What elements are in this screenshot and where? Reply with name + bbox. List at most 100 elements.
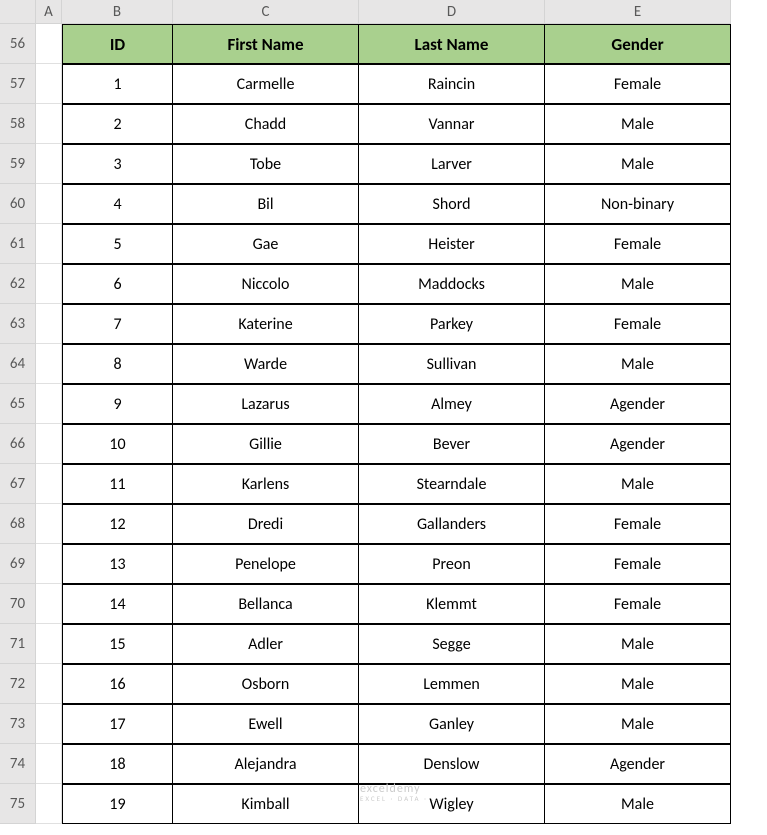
table-cell-last[interactable]: Denslow	[359, 744, 545, 784]
cell-a[interactable]	[36, 784, 62, 824]
table-cell-first[interactable]: Bil	[173, 184, 359, 224]
table-cell-id[interactable]: 8	[62, 344, 173, 384]
cell-a[interactable]	[36, 704, 62, 744]
cell-a[interactable]	[36, 384, 62, 424]
table-cell-gender[interactable]: Male	[545, 264, 731, 304]
table-cell-gender[interactable]: Female	[545, 544, 731, 584]
row-header[interactable]: 63	[0, 304, 36, 344]
table-header-first[interactable]: First Name	[173, 24, 359, 64]
table-cell-last[interactable]: Maddocks	[359, 264, 545, 304]
table-cell-gender[interactable]: Male	[545, 144, 731, 184]
cell-a[interactable]	[36, 584, 62, 624]
table-cell-id[interactable]: 13	[62, 544, 173, 584]
table-cell-gender[interactable]: Female	[545, 584, 731, 624]
table-cell-gender[interactable]: Agender	[545, 424, 731, 464]
table-cell-gender[interactable]: Non-binary	[545, 184, 731, 224]
cell-a[interactable]	[36, 24, 62, 64]
row-header[interactable]: 73	[0, 704, 36, 744]
table-cell-id[interactable]: 12	[62, 504, 173, 544]
table-cell-id[interactable]: 17	[62, 704, 173, 744]
table-cell-last[interactable]: Vannar	[359, 104, 545, 144]
table-cell-gender[interactable]: Female	[545, 304, 731, 344]
row-header[interactable]: 56	[0, 24, 36, 64]
table-cell-last[interactable]: Sullivan	[359, 344, 545, 384]
table-cell-last[interactable]: Parkey	[359, 304, 545, 344]
cell-a[interactable]	[36, 744, 62, 784]
table-cell-last[interactable]: Stearndale	[359, 464, 545, 504]
table-header-id[interactable]: ID	[62, 24, 173, 64]
cell-a[interactable]	[36, 464, 62, 504]
row-header[interactable]: 57	[0, 64, 36, 104]
table-header-gender[interactable]: Gender	[545, 24, 731, 64]
table-header-last[interactable]: Last Name	[359, 24, 545, 64]
table-cell-gender[interactable]: Agender	[545, 744, 731, 784]
col-header-a[interactable]: A	[36, 0, 62, 24]
table-cell-gender[interactable]: Female	[545, 224, 731, 264]
table-cell-gender[interactable]: Male	[545, 624, 731, 664]
table-cell-id[interactable]: 3	[62, 144, 173, 184]
row-header[interactable]: 68	[0, 504, 36, 544]
table-cell-first[interactable]: Carmelle	[173, 64, 359, 104]
table-cell-first[interactable]: Alejandra	[173, 744, 359, 784]
table-cell-id[interactable]: 18	[62, 744, 173, 784]
table-cell-id[interactable]: 11	[62, 464, 173, 504]
table-cell-first[interactable]: Karlens	[173, 464, 359, 504]
table-cell-gender[interactable]: Female	[545, 64, 731, 104]
cell-a[interactable]	[36, 304, 62, 344]
table-cell-gender[interactable]: Agender	[545, 384, 731, 424]
table-cell-first[interactable]: Tobe	[173, 144, 359, 184]
table-cell-gender[interactable]: Male	[545, 704, 731, 744]
cell-a[interactable]	[36, 64, 62, 104]
row-header[interactable]: 67	[0, 464, 36, 504]
corner-cell[interactable]	[0, 0, 36, 24]
table-cell-last[interactable]: Segge	[359, 624, 545, 664]
row-header[interactable]: 74	[0, 744, 36, 784]
table-cell-first[interactable]: Bellanca	[173, 584, 359, 624]
table-cell-id[interactable]: 1	[62, 64, 173, 104]
table-cell-id[interactable]: 2	[62, 104, 173, 144]
table-cell-first[interactable]: Katerine	[173, 304, 359, 344]
row-header[interactable]: 62	[0, 264, 36, 304]
table-cell-last[interactable]: Raincin	[359, 64, 545, 104]
table-cell-gender[interactable]: Male	[545, 784, 731, 824]
table-cell-id[interactable]: 9	[62, 384, 173, 424]
table-cell-last[interactable]: Lemmen	[359, 664, 545, 704]
table-cell-first[interactable]: Gae	[173, 224, 359, 264]
row-header[interactable]: 66	[0, 424, 36, 464]
table-cell-first[interactable]: Warde	[173, 344, 359, 384]
row-header[interactable]: 58	[0, 104, 36, 144]
table-cell-last[interactable]: Almey	[359, 384, 545, 424]
cell-a[interactable]	[36, 344, 62, 384]
table-cell-first[interactable]: Kimball	[173, 784, 359, 824]
table-cell-first[interactable]: Ewell	[173, 704, 359, 744]
table-cell-last[interactable]: Preon	[359, 544, 545, 584]
table-cell-id[interactable]: 6	[62, 264, 173, 304]
cell-a[interactable]	[36, 504, 62, 544]
row-header[interactable]: 60	[0, 184, 36, 224]
table-cell-gender[interactable]: Male	[545, 344, 731, 384]
cell-a[interactable]	[36, 544, 62, 584]
cell-a[interactable]	[36, 624, 62, 664]
cell-a[interactable]	[36, 424, 62, 464]
table-cell-gender[interactable]: Female	[545, 504, 731, 544]
table-cell-last[interactable]: Klemmt	[359, 584, 545, 624]
table-cell-gender[interactable]: Male	[545, 464, 731, 504]
table-cell-id[interactable]: 5	[62, 224, 173, 264]
col-header-c[interactable]: C	[173, 0, 359, 24]
row-header[interactable]: 65	[0, 384, 36, 424]
row-header[interactable]: 69	[0, 544, 36, 584]
cell-a[interactable]	[36, 264, 62, 304]
table-cell-id[interactable]: 16	[62, 664, 173, 704]
table-cell-id[interactable]: 7	[62, 304, 173, 344]
row-header[interactable]: 61	[0, 224, 36, 264]
col-header-e[interactable]: E	[545, 0, 731, 24]
cell-a[interactable]	[36, 104, 62, 144]
table-cell-gender[interactable]: Male	[545, 664, 731, 704]
col-header-b[interactable]: B	[62, 0, 173, 24]
table-cell-gender[interactable]: Male	[545, 104, 731, 144]
row-header[interactable]: 59	[0, 144, 36, 184]
cell-a[interactable]	[36, 184, 62, 224]
table-cell-id[interactable]: 15	[62, 624, 173, 664]
cell-a[interactable]	[36, 224, 62, 264]
table-cell-first[interactable]: Gillie	[173, 424, 359, 464]
